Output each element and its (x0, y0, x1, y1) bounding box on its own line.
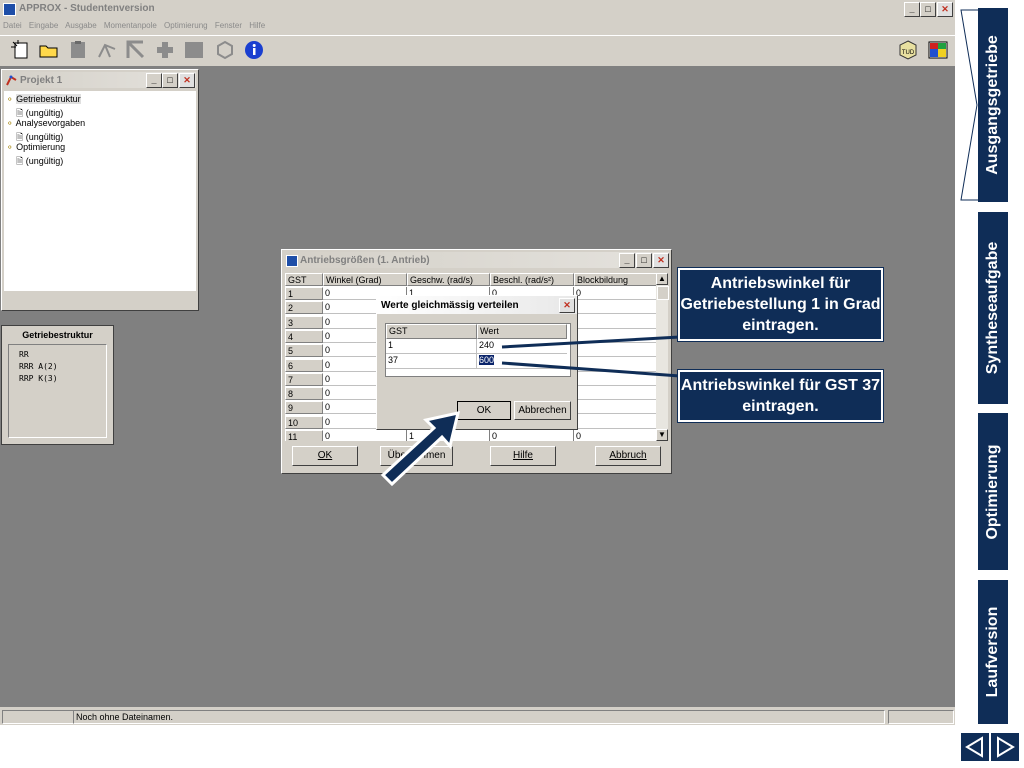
callout-first-position: Antriebswinkel für Getriebestellung 1 in… (677, 267, 884, 342)
tab-laufversion[interactable]: Laufversion (978, 580, 1008, 724)
tab-ausgangsgetriebe[interactable]: Ausgangsgetriebe (978, 8, 1008, 202)
triangle-left-icon (965, 736, 983, 758)
connector-line-1 (501, 335, 681, 349)
connector-line-2 (501, 361, 681, 378)
callout-gst37: Antriebswinkel für GST 37 eintragen. (677, 369, 884, 423)
prev-page-button[interactable] (961, 733, 989, 761)
triangle-right-icon (997, 736, 1015, 758)
tab-optimierung[interactable]: Optimierung (978, 413, 1008, 570)
pointer-arrow (380, 411, 461, 487)
tab-syntheseaufgabe[interactable]: Syntheseaufgabe (978, 212, 1008, 404)
next-page-button[interactable] (991, 733, 1019, 761)
